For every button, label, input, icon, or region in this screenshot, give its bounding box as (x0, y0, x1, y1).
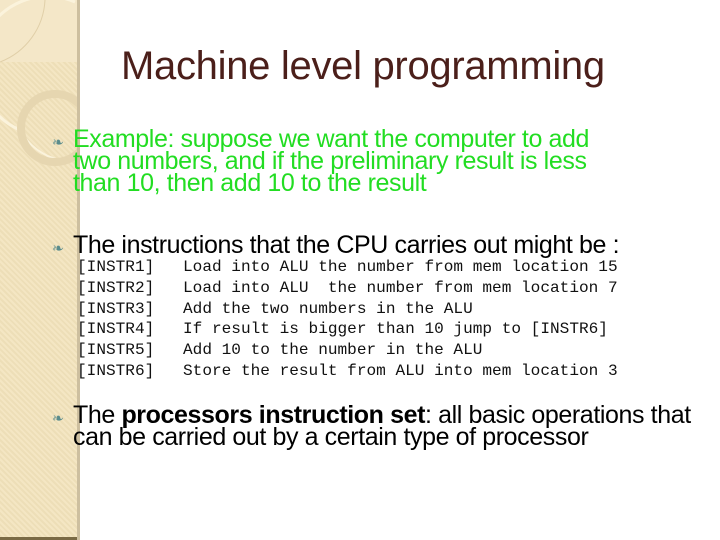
instruction-label: [INSTR5] (77, 341, 155, 360)
instruction-row: [INSTR1] Load into ALU the number from me… (77, 257, 618, 278)
instruction-label: [INSTR1] (77, 258, 155, 276)
instruction-label: [INSTR2] (77, 278, 155, 297)
instruction-label: [INSTR3] (77, 299, 155, 318)
instruction-label: [INSTR6] (77, 361, 155, 380)
instruction-label: [INSTR4] (77, 320, 155, 339)
instructions-intro: The instructions that the CPU carries ou… (73, 231, 620, 259)
instruction-text: Load into ALU the number from mem locati… (183, 278, 618, 297)
instruction-text: Add 10 to the number in the ALU (183, 341, 483, 360)
instruction-row: [INSTR6] Store the result from ALU into m… (77, 361, 618, 382)
instruction-row: [INSTR3] Add the two numbers in the ALU (77, 299, 618, 320)
instruction-text: Add the two numbers in the ALU (183, 299, 473, 318)
instruction-text: Load into ALU the number from mem locati… (183, 258, 618, 276)
example-paragraph: Example: suppose we want the computer to… (73, 127, 589, 197)
instruction-list: [INSTR1] Load into ALU the number from me… (77, 257, 618, 382)
instruction-text: If result is bigger than 10 jump to [INS… (183, 320, 608, 339)
scroll-bullet-icon: ❧ (52, 411, 64, 427)
scroll-bullet-icon: ❧ (52, 135, 64, 151)
instruction-row: [INSTR2] Load into ALU the number from me… (77, 278, 618, 299)
instruction-text: Store the result from ALU into mem locat… (183, 361, 618, 380)
instruction-set-line-2: can be carried out by a certain type of … (73, 423, 589, 451)
instruction-row: [INSTR5] Add 10 to the number in the ALU (77, 340, 618, 361)
scroll-bullet-icon: ❧ (52, 241, 64, 257)
instruction-set-paragraph: The processors instruction set: all basi… (73, 403, 691, 451)
instruction-row: [INSTR4] If result is bigger than 10 jump… (77, 319, 618, 340)
example-line-3: than 10, then add 10 to the result (73, 169, 427, 197)
slide-title: Machine level programming (121, 44, 605, 88)
